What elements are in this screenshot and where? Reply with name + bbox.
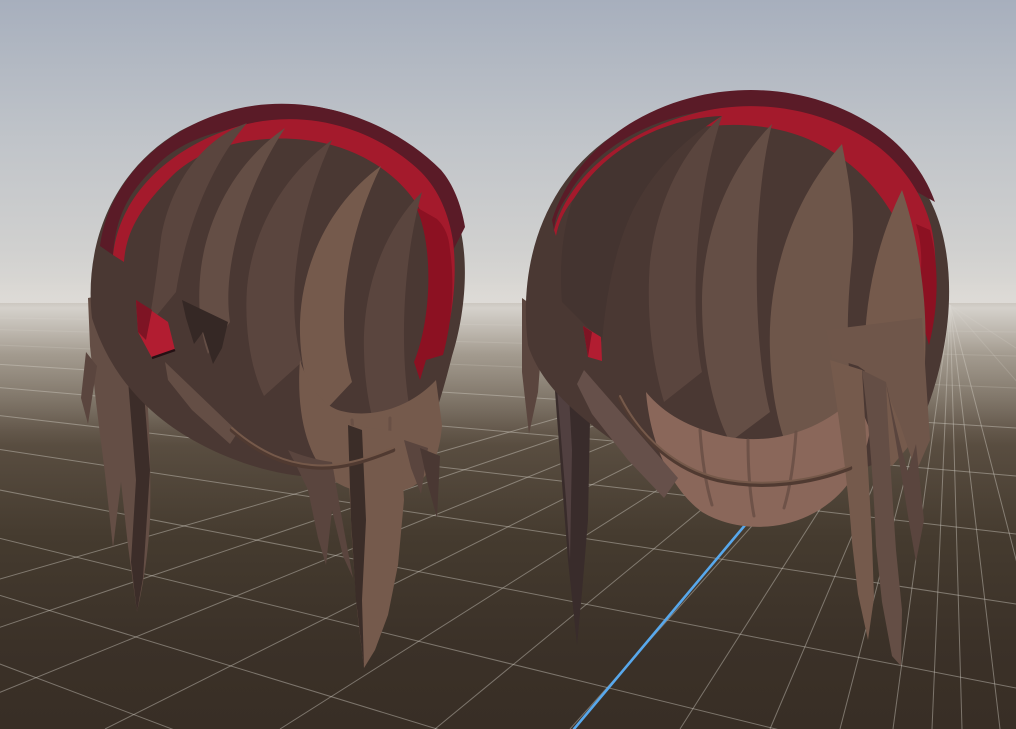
viewport-3d[interactable] [0,0,1016,729]
